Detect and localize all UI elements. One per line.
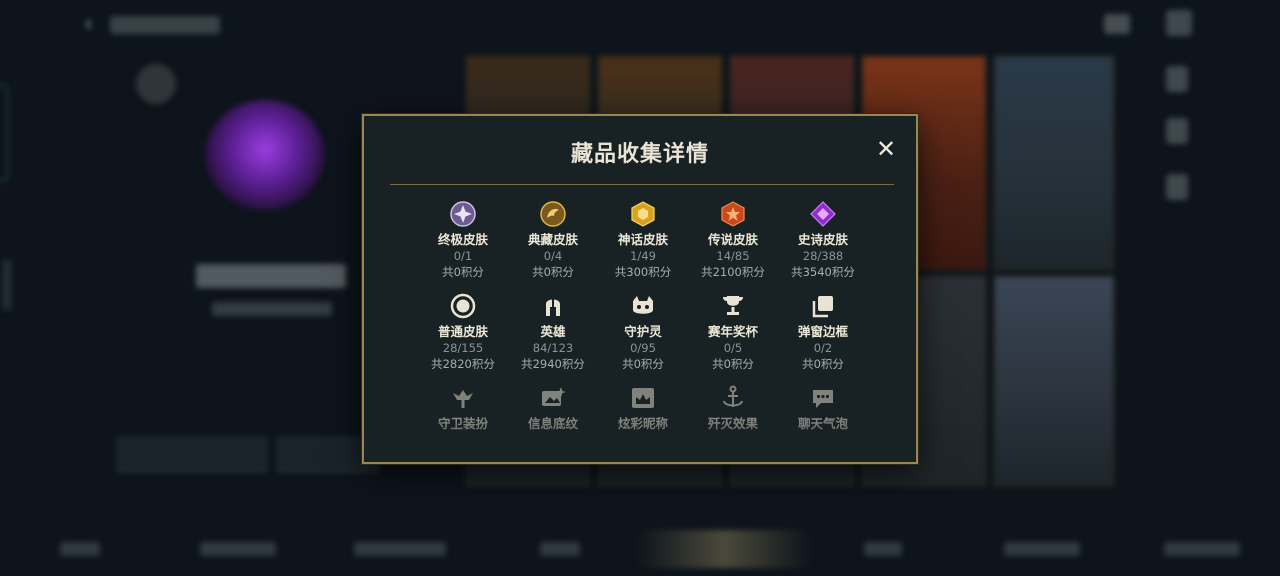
back-arrow-icon[interactable]: ‹ [84,12,93,37]
item-name: 聊天气泡 [797,416,848,431]
epic-skin-icon [810,201,836,227]
item-name: 歼灭效果 [707,416,758,431]
item-count: 1/49 [630,249,656,263]
item-points: 共0积分 [802,357,844,371]
item-name: 传说皮肤 [707,232,758,247]
collection-item-trophy[interactable]: 赛年奖杯 0/5 共0积分 [688,292,778,372]
collection-item-prestige-skin[interactable]: 典藏皮肤 0/4 共0积分 [508,200,598,280]
prestige-skin-icon [540,201,566,227]
vertical-id-text [2,260,12,310]
item-count: 0/5 [723,341,743,355]
item-points: 共3540积分 [791,265,855,279]
player-name-blurred [196,264,346,288]
item-name: 炫彩昵称 [617,416,668,431]
item-points: 共300积分 [614,265,672,279]
collection-item-mythic-skin[interactable]: 神话皮肤 1/49 共300积分 [598,200,688,280]
side-filter-icon-1[interactable] [1166,66,1188,92]
item-name: 守卫装扮 [437,416,488,431]
bottom-tab[interactable] [540,542,580,556]
player-subtitle-blurred [212,302,332,316]
collection-screen: ‹ 藏品收集详情 ✕ 终极皮肤 0/1 共0积分 典藏皮肤 0/4 共0积分 神… [0,0,1280,576]
item-name: 信息底纹 [527,416,578,431]
trophy-icon [723,296,743,315]
modal-title: 藏品收集详情 [570,142,709,167]
profile-avatar-orb [205,100,325,210]
collection-item-guardian[interactable]: 守护灵 0/95 共0积分 [598,292,688,372]
item-name: 普通皮肤 [437,324,488,339]
collection-detail-modal: 藏品收集详情 ✕ 终极皮肤 0/1 共0积分 典藏皮肤 0/4 共0积分 神话皮… [362,114,918,464]
ward-skin-icon [453,390,473,408]
settings-icon[interactable] [1166,10,1192,36]
item-name: 英雄 [540,324,566,339]
popup-frame-icon [812,296,833,318]
bottom-tab[interactable] [354,542,446,556]
collection-row: 普通皮肤 28/155 共2820积分 英雄 84/123 共2940积分 守护… [418,292,868,382]
guardian-pet-icon [633,296,653,314]
item-count: 0/1 [453,249,473,263]
collection-item-info-pattern[interactable]: 信息底纹 [508,384,598,432]
info-pattern-icon [542,387,566,406]
legendary-skin-icon [721,201,745,227]
item-points: 共0积分 [712,357,754,371]
profile-action-button-1[interactable] [118,438,266,472]
champion-helmet-icon [546,299,560,316]
collection-item-legendary-skin[interactable]: 传说皮肤 14/85 共2100积分 [688,200,778,280]
item-points: 共0积分 [442,265,484,279]
left-drawer-handle[interactable] [0,84,8,182]
item-count: 84/123 [532,341,574,355]
side-filter-icon-3[interactable] [1166,174,1188,200]
normal-skin-icon [450,293,476,319]
collection-item-epic-skin[interactable]: 史诗皮肤 28/388 共3540积分 [778,200,868,280]
item-count: 0/4 [543,249,563,263]
collection-item-champion[interactable]: 英雄 84/123 共2940积分 [508,292,598,372]
item-points: 共2820积分 [431,357,495,371]
item-name: 神话皮肤 [617,232,668,247]
collection-item-ace-effect[interactable]: 歼灭效果 [688,384,778,432]
collection-item-popup-frame[interactable]: 弹窗边框 0/2 共0积分 [778,292,868,372]
collection-item-colorful-nickname[interactable]: 炫彩昵称 [598,384,688,432]
chat-bubble-icon [813,390,833,408]
item-count: 0/95 [630,341,656,355]
bottom-tab[interactable] [60,542,100,556]
title-divider [390,184,894,185]
item-count: 28/388 [802,249,844,263]
bottom-tab[interactable] [1004,542,1080,556]
ace-effect-icon [723,385,743,407]
skin-card[interactable] [994,276,1114,486]
item-name: 典藏皮肤 [527,232,578,247]
profile-badge[interactable] [136,64,176,104]
item-points: 共0积分 [532,265,574,279]
bottom-tab[interactable] [200,542,276,556]
ultimate-skin-icon [450,201,476,227]
top-bar: ‹ [0,0,1280,50]
item-count: 0/2 [813,341,833,355]
item-count: 14/85 [716,249,750,263]
item-points: 共0积分 [622,357,664,371]
bottom-tab-active[interactable] [636,530,812,568]
skin-card[interactable] [994,56,1114,270]
colorful-nickname-icon [632,388,654,408]
close-icon[interactable]: ✕ [874,137,898,161]
collection-row: 终极皮肤 0/1 共0积分 典藏皮肤 0/4 共0积分 神话皮肤 1/49 共3… [418,200,868,290]
item-count: 28/155 [442,341,484,355]
page-title-blurred [110,16,220,34]
item-points: 共2100积分 [701,265,765,279]
mythic-skin-icon [631,201,655,227]
bottom-tab[interactable] [864,542,902,556]
item-name: 赛年奖杯 [707,324,758,339]
item-name: 史诗皮肤 [797,232,848,247]
mail-icon[interactable] [1104,14,1130,34]
item-name: 终极皮肤 [437,232,488,247]
collection-item-normal-skin[interactable]: 普通皮肤 28/155 共2820积分 [418,292,508,372]
collection-item-ward-skin[interactable]: 守卫装扮 [418,384,508,432]
side-filter-icon-2[interactable] [1166,118,1188,144]
item-points: 共2940积分 [521,357,585,371]
collection-item-chat-bubble[interactable]: 聊天气泡 [778,384,868,432]
collection-row: 守卫装扮 信息底纹 炫彩昵称 歼灭效果 聊天气泡 [418,384,868,462]
item-name: 弹窗边框 [797,324,848,339]
bottom-tab[interactable] [1164,542,1240,556]
item-name: 守护灵 [624,324,662,339]
collection-item-ultimate-skin[interactable]: 终极皮肤 0/1 共0积分 [418,200,508,280]
